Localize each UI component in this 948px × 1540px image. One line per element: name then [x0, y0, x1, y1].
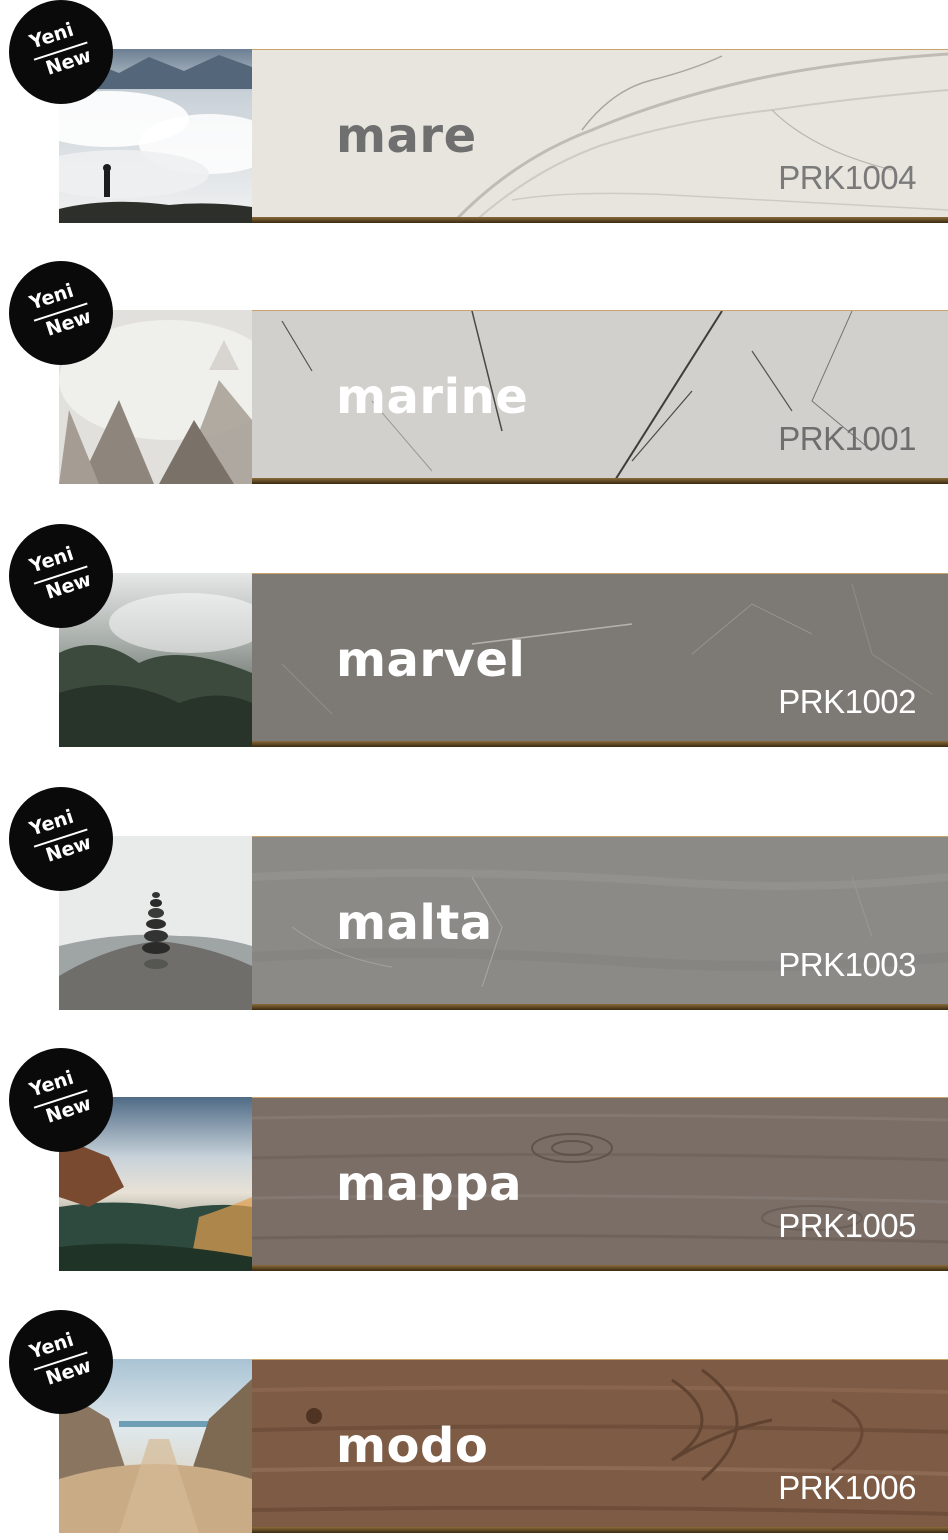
product-slab-mare: mare PRK1004 — [252, 49, 948, 223]
new-badge: Yeni New — [9, 1310, 113, 1414]
product-code: PRK1003 — [778, 946, 916, 983]
product-code: PRK1006 — [778, 1469, 916, 1506]
product-row-marvel[interactable]: Yeni New marvel PRK1002 — [0, 524, 948, 754]
product-code: PRK1001 — [778, 420, 916, 457]
product-row-modo[interactable]: Yeni New modo PRK1006 — [0, 1310, 948, 1540]
product-row-malta[interactable]: Yeni New malta PRK1003 — [0, 787, 948, 1017]
product-slab-marvel: marvel PRK1002 — [252, 573, 948, 747]
product-name: modo — [336, 1418, 489, 1474]
product-name: marvel — [336, 632, 526, 688]
product-name: mappa — [336, 1156, 523, 1212]
new-badge: Yeni New — [9, 261, 113, 365]
new-badge: Yeni New — [9, 787, 113, 891]
product-code: PRK1005 — [778, 1207, 916, 1244]
product-row-marine[interactable]: Yeni New marine PRK1001 — [0, 261, 948, 491]
product-code: PRK1002 — [778, 683, 916, 720]
product-row-mappa[interactable]: Yeni New mappa PRK1005 — [0, 1048, 948, 1278]
product-slab-malta: malta PRK1003 — [252, 836, 948, 1010]
product-slab-modo: modo PRK1006 — [252, 1359, 948, 1533]
product-slab-marine: marine PRK1001 — [252, 310, 948, 484]
new-badge: Yeni New — [9, 524, 113, 628]
product-name: malta — [336, 895, 493, 951]
product-name: marine — [336, 369, 529, 425]
product-list: Yeni New mare PRK1004 Yeni New marine PR… — [0, 0, 948, 1533]
product-name: mare — [336, 108, 477, 164]
product-row-mare[interactable]: Yeni New mare PRK1004 — [0, 0, 948, 230]
product-code: PRK1004 — [778, 159, 916, 196]
new-badge: Yeni New — [9, 1048, 113, 1152]
product-slab-mappa: mappa PRK1005 — [252, 1097, 948, 1271]
new-badge: Yeni New — [9, 0, 113, 104]
